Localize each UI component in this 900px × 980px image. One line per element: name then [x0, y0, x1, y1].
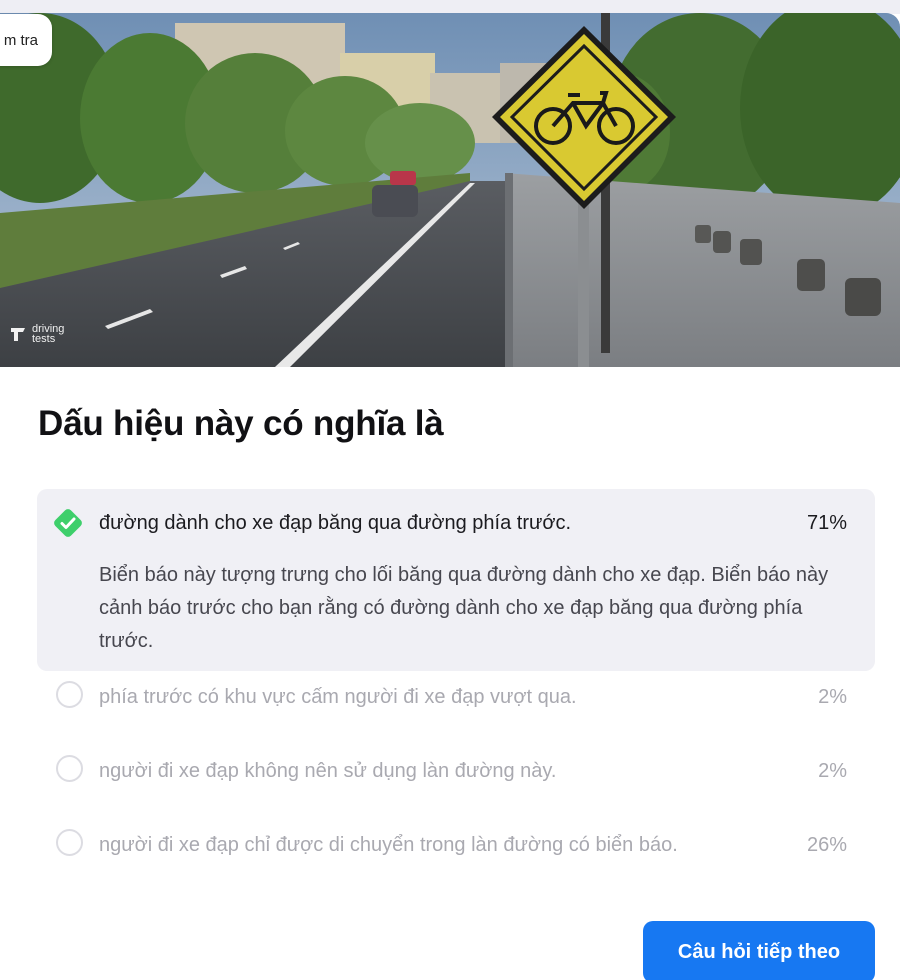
- question-title: Dấu hiệu này có nghĩa là: [38, 404, 444, 443]
- answer-explanation: Biển báo này tượng trưng cho lối băng qu…: [99, 564, 829, 652]
- radio-circle-icon: [56, 681, 83, 708]
- answer-percent: 71%: [806, 512, 847, 534]
- answer-text: người đi xe đạp không nên sử dụng làn đư…: [99, 760, 557, 782]
- top-strip: [0, 0, 900, 14]
- answer-text: đường dành cho xe đạp băng qua đường phí…: [99, 512, 572, 534]
- radio-circle-icon: [56, 755, 83, 782]
- quiz-page: m tra driving tests Dấu hiệu này có nghĩ…: [0, 0, 900, 980]
- answer-option-4[interactable]: người đi xe đạp chỉ được di chuyển trong…: [37, 819, 875, 893]
- answer-option-2[interactable]: phía trước có khu vực cấm người đi xe đạ…: [37, 671, 875, 745]
- answer-list: đường dành cho xe đạp băng qua đường phí…: [37, 489, 875, 893]
- driving-tests-watermark: driving tests: [8, 324, 76, 345]
- answer-percent: 2%: [818, 686, 847, 708]
- answer-percent: 26%: [806, 834, 847, 856]
- next-question-button[interactable]: Câu hỏi tiếp theo: [643, 921, 875, 980]
- tab-chip[interactable]: m tra: [0, 14, 52, 66]
- check-icon: [54, 509, 82, 537]
- answer-text: phía trước có khu vực cấm người đi xe đạ…: [99, 686, 577, 708]
- question-image: [0, 13, 900, 367]
- answer-text: người đi xe đạp chỉ được di chuyển trong…: [99, 834, 678, 856]
- driving-tests-logo-icon: [11, 328, 25, 341]
- answer-option-1[interactable]: đường dành cho xe đạp băng qua đường phí…: [37, 489, 875, 671]
- road-scene-illustration: [0, 13, 900, 367]
- radio-circle-icon: [56, 829, 83, 856]
- answer-option-3[interactable]: người đi xe đạp không nên sử dụng làn đư…: [37, 745, 875, 819]
- answer-percent: 2%: [818, 760, 847, 782]
- watermark-line2: tests: [32, 333, 56, 345]
- tab-chip-label: m tra: [3, 31, 38, 49]
